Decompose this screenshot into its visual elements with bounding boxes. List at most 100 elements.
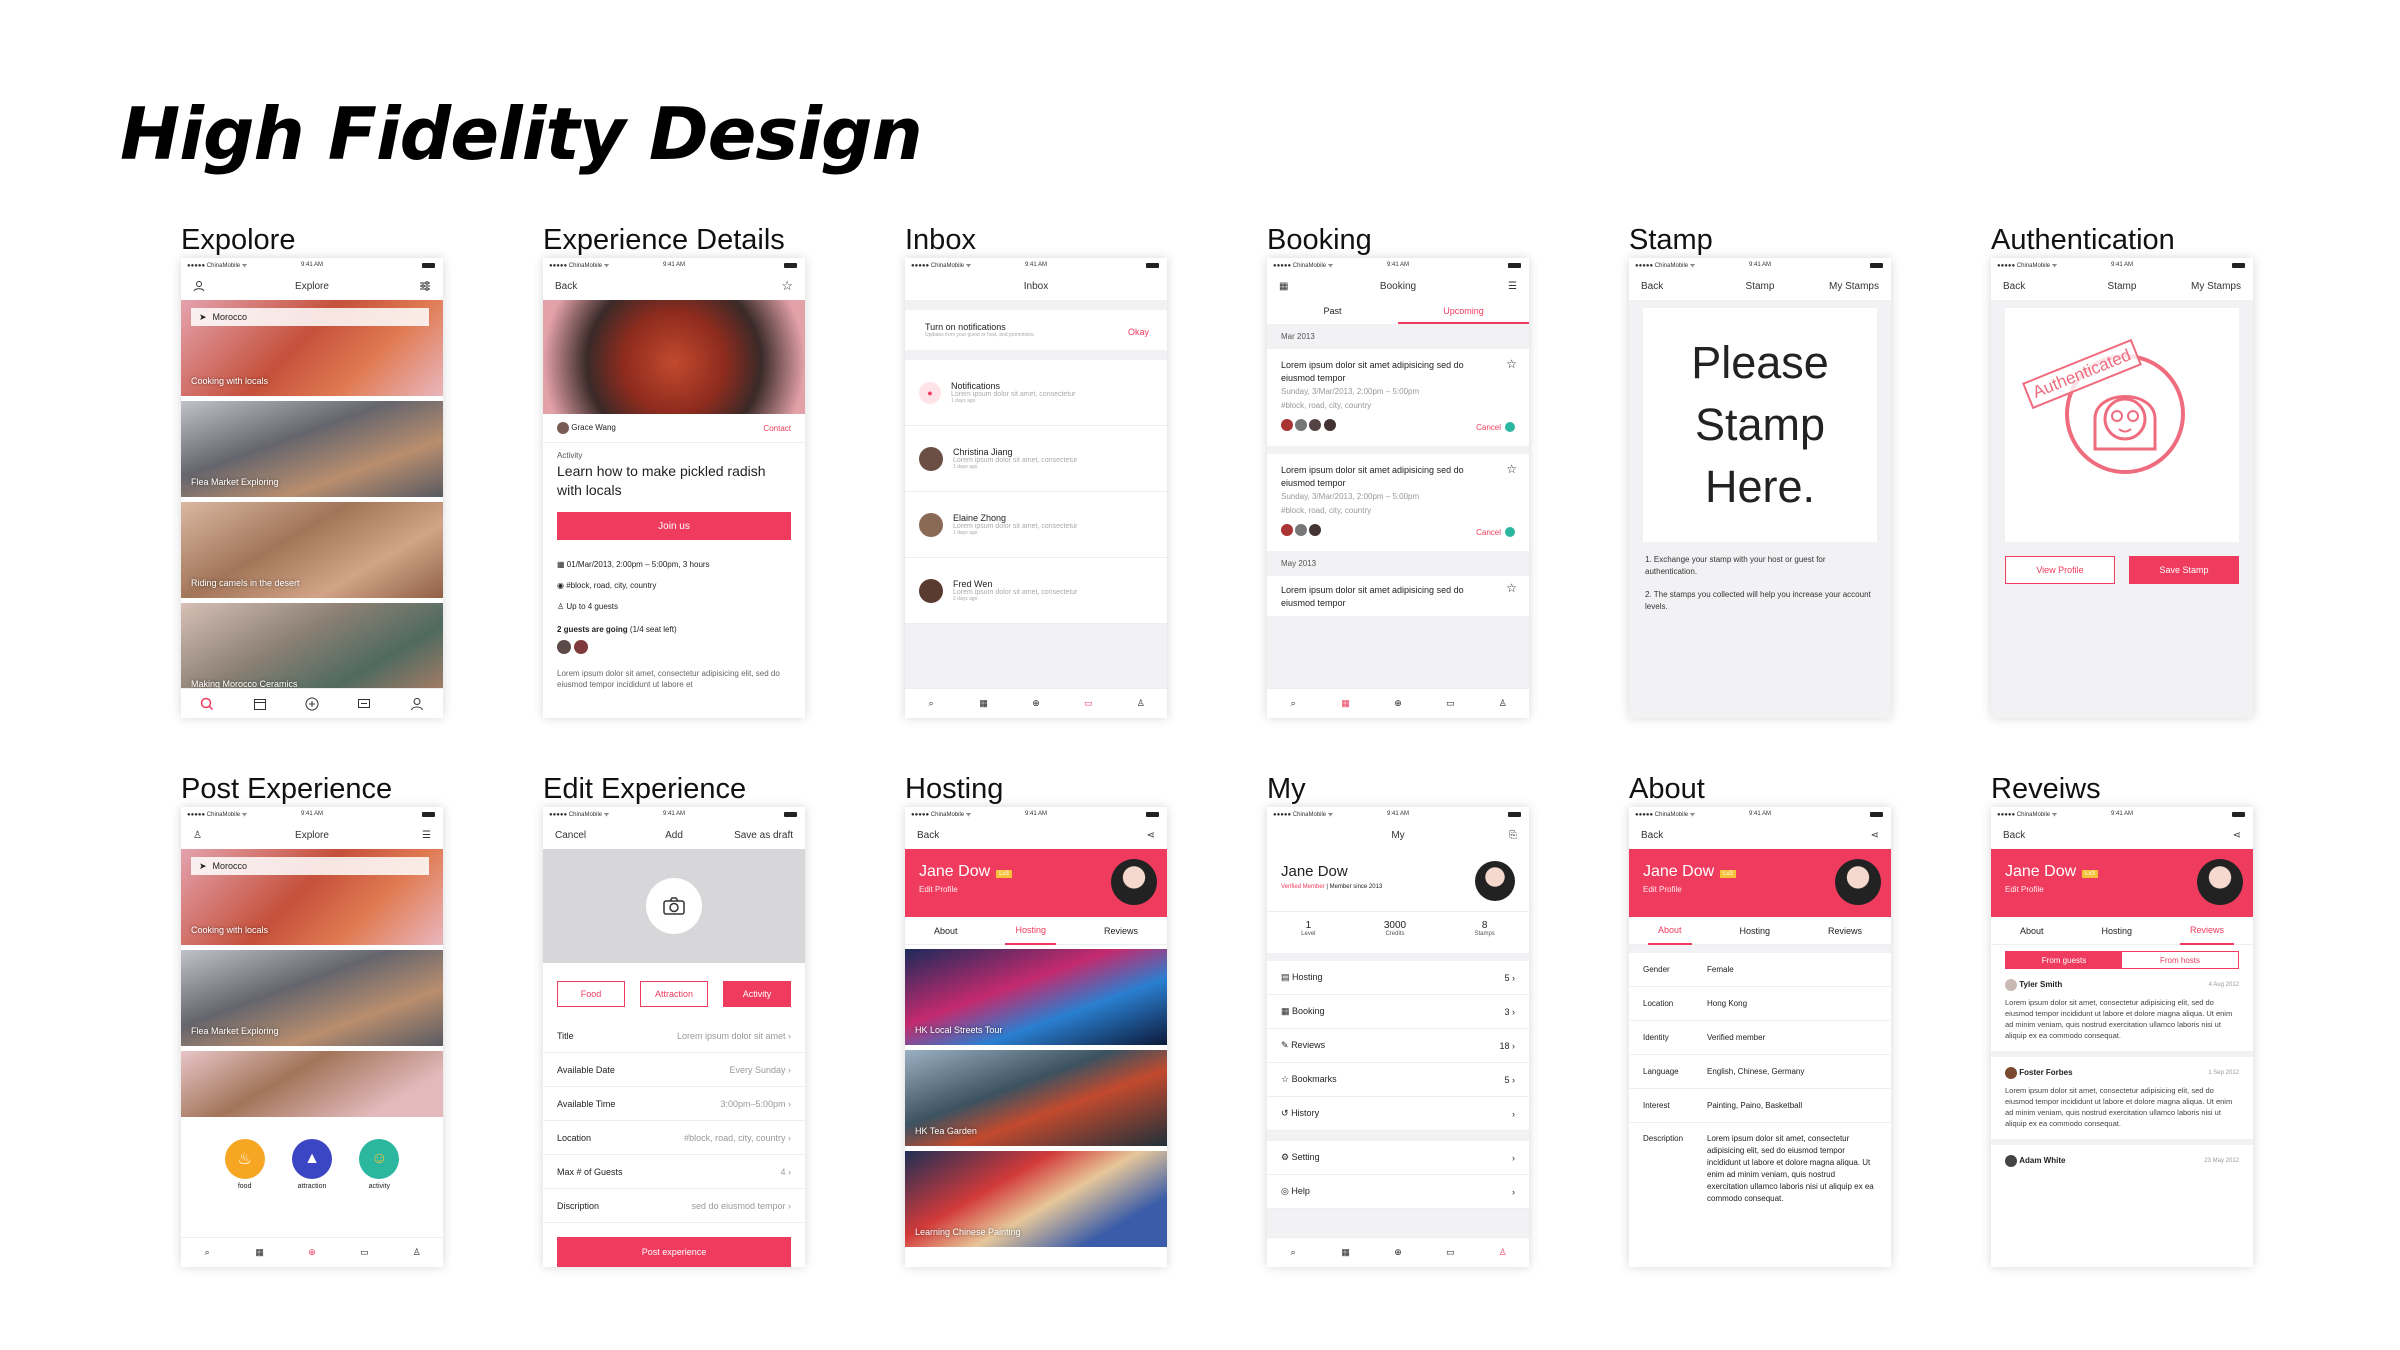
cancel-link[interactable]: Cancel: [1476, 423, 1501, 432]
experience-card[interactable]: Riding camels in the desert: [181, 502, 443, 598]
filter-icon[interactable]: ☰: [1508, 281, 1517, 292]
list-item[interactable]: ● Notifications Lorem ipsum dolor sit amet…: [905, 360, 1167, 426]
form-row[interactable]: Location #block, road, city, country ›: [543, 1121, 805, 1155]
post-experience-button[interactable]: Post experience: [557, 1237, 791, 1267]
cancel-link[interactable]: Cancel: [1476, 528, 1501, 537]
hosting-card[interactable]: HK Local Streets Tour: [905, 949, 1167, 1045]
okay-button[interactable]: Okay: [1128, 327, 1149, 337]
add-icon[interactable]: ⊕: [1389, 1244, 1407, 1262]
booking-card[interactable]: ☆ Lorem ipsum dolor sit amet adipisicing…: [1267, 454, 1529, 551]
search-icon[interactable]: ⌕: [198, 1244, 216, 1262]
booking-card[interactable]: ☆ Lorem ipsum dolor sit amet adipisicing…: [1267, 349, 1529, 446]
save-stamp-button[interactable]: Save Stamp: [2129, 556, 2239, 584]
search-input[interactable]: ➤ Morocco: [191, 857, 429, 875]
hosting-card[interactable]: HK Tea Garden: [905, 1050, 1167, 1146]
edit-icon[interactable]: ⎘: [1509, 830, 1517, 841]
profile-icon[interactable]: ♙: [1494, 695, 1512, 713]
calendar-icon[interactable]: ▦: [975, 695, 993, 713]
tab-about[interactable]: About: [1647, 917, 1692, 945]
activity-icon[interactable]: ☺: [359, 1139, 400, 1179]
tag-activity[interactable]: Activity: [723, 981, 791, 1007]
star-icon[interactable]: ☆: [781, 278, 793, 294]
filter-icon[interactable]: ☰: [422, 830, 431, 841]
list-item[interactable]: Fred Wen Lorem ipsum dolor sit amet, cons…: [905, 558, 1167, 624]
attraction-icon[interactable]: ▲: [291, 1139, 332, 1179]
add-icon[interactable]: ⊕: [1027, 695, 1045, 713]
menu-item-booking[interactable]: ▦ Booking 3 ›: [1267, 995, 1529, 1029]
star-icon[interactable]: ☆: [1506, 357, 1517, 371]
share-icon[interactable]: ⋖: [1871, 830, 1879, 841]
profile-icon[interactable]: ♙: [1494, 1244, 1512, 1262]
add-icon[interactable]: ⊕: [1389, 695, 1407, 713]
calendar-icon[interactable]: ▦: [1279, 281, 1288, 292]
experience-card[interactable]: ➤ Morocco Cooking with locals: [181, 849, 443, 945]
menu-item-help[interactable]: ◎ Help ›: [1267, 1175, 1529, 1209]
message-icon[interactable]: [355, 695, 373, 713]
save-draft-button[interactable]: Save as draft: [734, 830, 793, 841]
experience-card[interactable]: [181, 1051, 443, 1117]
booking-card[interactable]: ☆ Lorem ipsum dolor sit amet adipisicing …: [1267, 576, 1529, 616]
menu-item-hosting[interactable]: ▤ Hosting 5 ›: [1267, 961, 1529, 995]
tab-past[interactable]: Past: [1267, 300, 1398, 324]
cancel-button[interactable]: Cancel: [555, 830, 586, 841]
search-input[interactable]: ➤ Morocco: [191, 308, 429, 326]
food-icon[interactable]: ♨: [224, 1139, 265, 1179]
experience-card[interactable]: Flea Market Exploring: [181, 950, 443, 1046]
search-icon[interactable]: [198, 695, 216, 713]
tab-about[interactable]: About: [924, 918, 968, 944]
list-item[interactable]: Christina Jiang Lorem ipsum dolor sit ame…: [905, 426, 1167, 492]
star-icon[interactable]: ☆: [1506, 462, 1517, 476]
back-button[interactable]: Back: [2003, 281, 2025, 292]
star-icon[interactable]: ☆: [1506, 582, 1517, 595]
message-icon[interactable]: ▭: [1441, 695, 1459, 713]
add-icon[interactable]: ⊕: [303, 1244, 321, 1262]
back-button[interactable]: Back: [1641, 281, 1663, 292]
photo-upload[interactable]: [543, 849, 805, 963]
tag-attraction[interactable]: Attraction: [640, 981, 708, 1007]
menu-item-history[interactable]: ↺ History ›: [1267, 1097, 1529, 1131]
message-icon[interactable]: ▭: [1441, 1244, 1459, 1262]
tab-reviews[interactable]: Reviews: [1094, 918, 1148, 944]
profile-icon[interactable]: ♙: [408, 1244, 426, 1262]
share-icon[interactable]: ⋖: [1147, 830, 1155, 841]
experience-card[interactable]: ➤ Morocco Cooking with locals: [181, 300, 443, 396]
form-row[interactable]: Max # of Guests 4 ›: [543, 1155, 805, 1189]
camera-icon[interactable]: [646, 878, 702, 934]
form-row[interactable]: Available Date Every Sunday ›: [543, 1053, 805, 1087]
tab-hosting[interactable]: Hosting: [1729, 918, 1780, 944]
search-icon[interactable]: ⌕: [1284, 695, 1302, 713]
join-button[interactable]: Join us: [557, 512, 791, 540]
view-profile-button[interactable]: View Profile: [2005, 556, 2115, 584]
back-button[interactable]: Back: [917, 830, 939, 841]
profile-icon[interactable]: ♙: [1132, 695, 1150, 713]
profile-icon[interactable]: [193, 280, 205, 292]
search-icon[interactable]: ⌕: [922, 695, 940, 713]
profile-icon[interactable]: ♙: [193, 830, 202, 841]
tag-food[interactable]: Food: [557, 981, 625, 1007]
menu-item-reviews[interactable]: ✎ Reviews 18 ›: [1267, 1029, 1529, 1063]
calendar-icon[interactable]: ▦: [1337, 695, 1355, 713]
profile-icon[interactable]: [408, 695, 426, 713]
form-row[interactable]: Title Lorem ipsum dolor sit amet ›: [543, 1019, 805, 1053]
tab-upcoming[interactable]: Upcoming: [1398, 300, 1529, 324]
experience-card[interactable]: Making Morocco Ceramics: [181, 603, 443, 699]
filter-icon[interactable]: [419, 280, 431, 292]
experience-card[interactable]: Flea Market Exploring: [181, 401, 443, 497]
menu-item-bookmarks[interactable]: ☆ Bookmarks 5 ›: [1267, 1063, 1529, 1097]
calendar-icon[interactable]: ▦: [1337, 1244, 1355, 1262]
message-icon[interactable]: ▭: [355, 1244, 373, 1262]
add-icon[interactable]: [303, 695, 321, 713]
my-stamps-link[interactable]: My Stamps: [2191, 281, 2241, 292]
form-row[interactable]: Discription sed do eiusmod tempor ›: [543, 1189, 805, 1223]
stamp-area[interactable]: Please Stamp Here.: [1643, 308, 1877, 542]
filter-from-hosts[interactable]: From hosts: [2122, 952, 2238, 968]
tab-reviews[interactable]: Reviews: [1818, 918, 1872, 944]
calendar-icon[interactable]: [251, 695, 269, 713]
contact-link[interactable]: Contact: [763, 424, 791, 433]
hosting-card[interactable]: Learning Chinese Painting: [905, 1151, 1167, 1247]
tab-hosting[interactable]: Hosting: [1005, 917, 1056, 945]
message-icon[interactable]: ▭: [1079, 695, 1097, 713]
tab-about[interactable]: About: [2010, 918, 2054, 944]
search-icon[interactable]: ⌕: [1284, 1244, 1302, 1262]
tab-hosting[interactable]: Hosting: [2091, 918, 2142, 944]
